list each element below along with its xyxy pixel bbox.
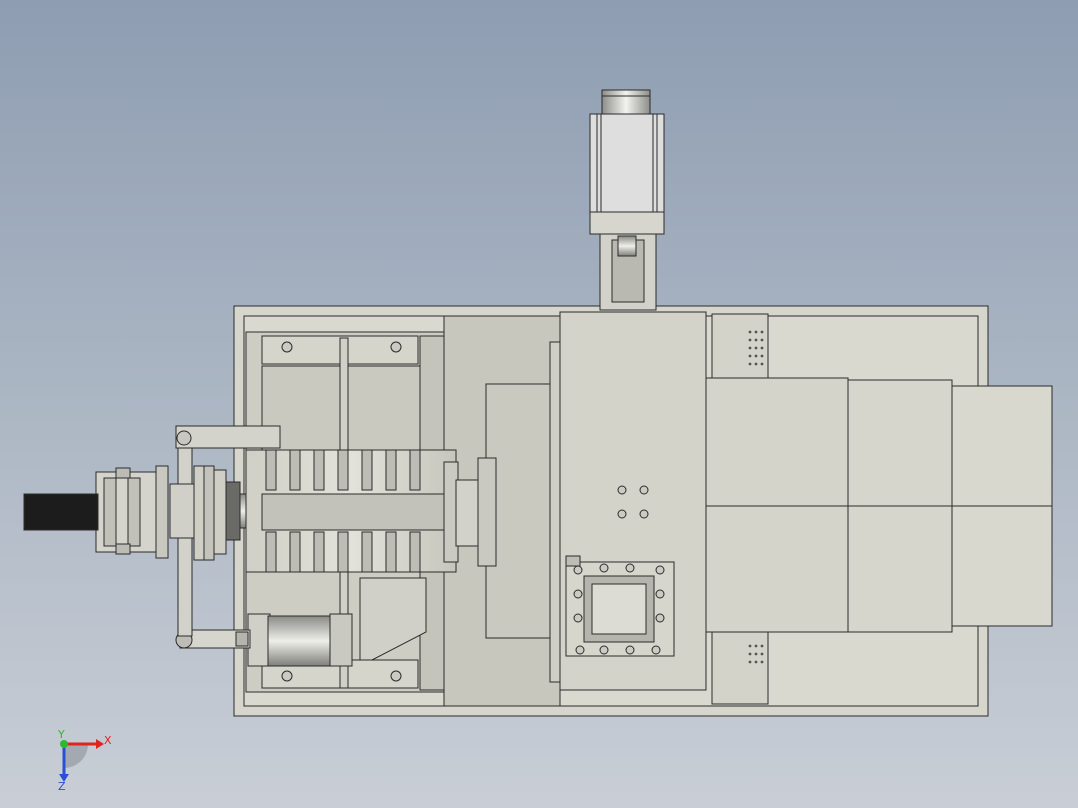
- coordinate-triad: [59, 739, 104, 782]
- machine-assembly-model[interactable]: [0, 0, 1078, 808]
- x-axis-label: X: [104, 734, 112, 747]
- output-shaft[interactable]: [23, 493, 99, 531]
- cad-viewport[interactable]: X Y Z: [0, 0, 1078, 808]
- chuck-assembly[interactable]: [95, 467, 157, 555]
- rotor-drum[interactable]: [245, 449, 457, 573]
- lower-side-panel: [711, 631, 769, 705]
- right-gearbox[interactable]: [703, 377, 1053, 633]
- vertical-servo-motor[interactable]: [589, 89, 665, 311]
- upper-side-panel: [711, 313, 769, 379]
- y-axis-dot: [60, 740, 68, 748]
- y-axis-label: Y: [58, 728, 65, 741]
- pneumatic-cylinder[interactable]: [175, 613, 353, 667]
- pulley-stack[interactable]: [155, 465, 241, 561]
- z-axis-label: Z: [58, 780, 66, 793]
